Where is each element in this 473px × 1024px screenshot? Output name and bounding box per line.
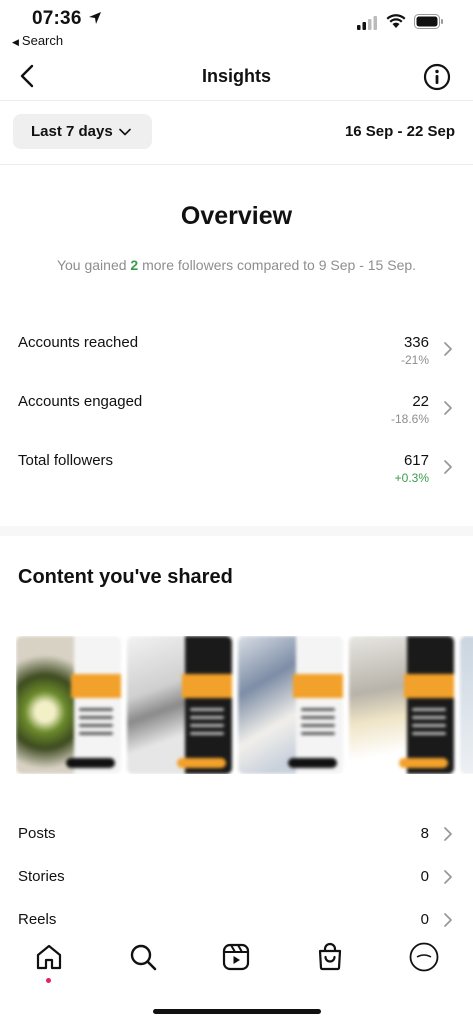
chevron-down-icon <box>118 128 131 135</box>
overview-subtitle-end: more followers compared to 9 Sep - 15 Se… <box>138 257 417 273</box>
status-bar: 07:36 ◀ Search <box>0 0 473 52</box>
battery-icon <box>414 14 443 29</box>
back-app-label: Search <box>21 33 64 48</box>
post-thumbnail[interactable] <box>349 636 454 774</box>
metric-change: -21% <box>400 353 429 367</box>
bottom-tab-bar <box>0 938 473 988</box>
wifi-icon <box>386 14 406 28</box>
home-icon[interactable] <box>34 942 64 972</box>
profile-avatar[interactable] <box>409 942 439 972</box>
metric-value: 22 <box>412 393 429 410</box>
search-icon[interactable] <box>128 942 158 972</box>
chevron-right-icon <box>444 342 452 356</box>
post-thumbnail[interactable] <box>460 636 473 774</box>
back-triangle-icon: ◀ <box>12 37 19 47</box>
notification-dot <box>46 978 51 983</box>
chevron-right-icon <box>444 401 452 415</box>
metric-label: Total followers <box>18 452 114 469</box>
stat-row-reels[interactable]: Reels 0 <box>0 911 473 941</box>
stat-label: Posts <box>18 825 56 842</box>
info-icon[interactable] <box>423 63 451 91</box>
content-shared-title: Content you've shared <box>18 566 233 588</box>
metric-change: -18.6% <box>390 412 429 426</box>
post-thumbnail[interactable] <box>238 636 343 774</box>
metric-label: Accounts reached <box>18 334 139 351</box>
nav-header: Insights <box>0 55 473 99</box>
post-thumbnail[interactable] <box>16 636 121 774</box>
header-divider <box>0 100 473 101</box>
metric-row-accounts-engaged[interactable]: Accounts engaged 22 -18.6% <box>0 393 473 437</box>
stat-label: Reels <box>18 911 57 928</box>
stat-value: 8 <box>420 825 429 842</box>
date-range-dropdown[interactable]: Last 7 days <box>13 114 152 149</box>
overview-subtitle: You gained 2 more followers compared to … <box>40 255 433 275</box>
chevron-right-icon <box>444 460 452 474</box>
back-to-app-link[interactable]: ◀ Search <box>12 33 63 48</box>
section-divider <box>0 526 473 536</box>
chevron-right-icon <box>444 913 452 927</box>
overview-subtitle-start: You gained <box>56 257 131 273</box>
metric-value: 617 <box>403 452 429 469</box>
shop-icon[interactable] <box>315 942 345 972</box>
chevron-right-icon <box>444 870 452 884</box>
metric-value: 336 <box>403 334 429 351</box>
overview-title: Overview <box>180 202 293 230</box>
post-thumbnail[interactable] <box>127 636 232 774</box>
metric-label: Accounts engaged <box>18 393 143 410</box>
page-title: Insights <box>201 66 271 86</box>
stat-value: 0 <box>420 868 429 885</box>
stat-row-stories[interactable]: Stories 0 <box>0 868 473 898</box>
date-range-text: 16 Sep - 22 Sep <box>344 123 455 140</box>
metric-change: +0.3% <box>394 471 429 485</box>
date-range-dropdown-label: Last 7 days <box>31 123 113 140</box>
home-indicator <box>153 1009 321 1014</box>
stat-row-posts[interactable]: Posts 8 <box>0 825 473 855</box>
filter-divider <box>0 164 473 165</box>
metric-row-accounts-reached[interactable]: Accounts reached 336 -21% <box>0 334 473 378</box>
content-thumbnails-carousel[interactable] <box>16 636 473 774</box>
status-time: 07:36 <box>32 8 82 29</box>
stat-value: 0 <box>420 911 429 928</box>
location-arrow-icon <box>89 12 101 24</box>
metric-row-total-followers[interactable]: Total followers 617 +0.3% <box>0 452 473 496</box>
chevron-right-icon <box>444 827 452 841</box>
reels-icon[interactable] <box>221 942 251 972</box>
stat-label: Stories <box>18 868 65 885</box>
cellular-signal-icon <box>357 16 377 30</box>
